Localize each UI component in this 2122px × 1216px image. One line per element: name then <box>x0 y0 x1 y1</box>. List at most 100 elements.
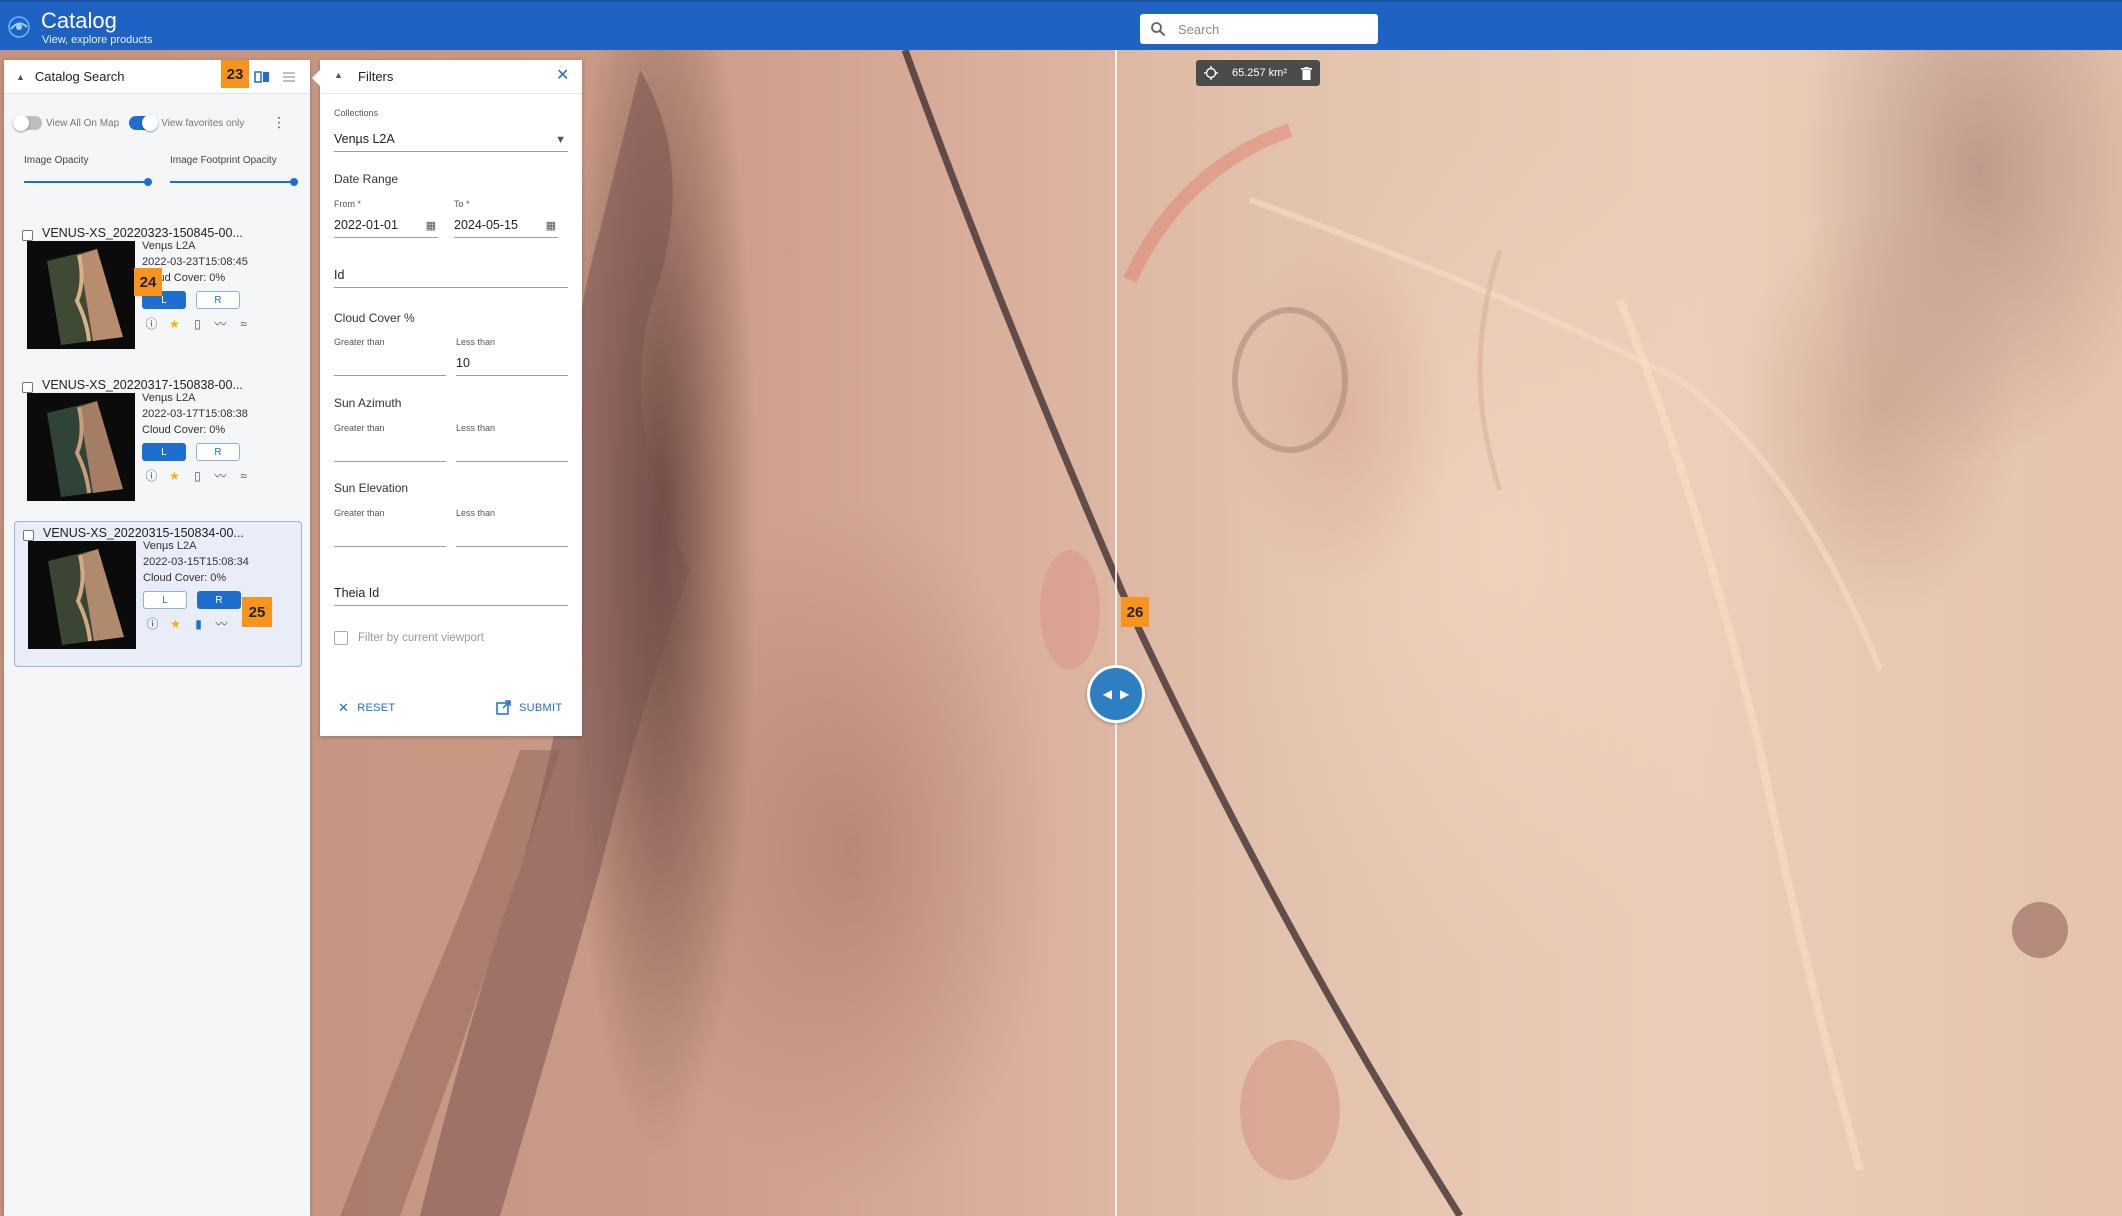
swipe-handle[interactable]: ◀ ▶ <box>1087 665 1145 723</box>
elevation-greater-input[interactable] <box>334 519 446 547</box>
cloud-greater-label: Greater than <box>334 337 385 347</box>
search-input[interactable] <box>1176 20 1366 38</box>
sun-elevation-label: Sun Elevation <box>334 481 409 495</box>
result-checkbox[interactable] <box>23 530 34 541</box>
left-side-button[interactable]: L <box>143 591 187 609</box>
view-favorites-toggle[interactable] <box>129 115 159 131</box>
info-icon[interactable]: ⓘ <box>144 468 159 483</box>
image-opacity-label: Image Opacity <box>24 155 89 166</box>
info-icon[interactable]: ⓘ <box>145 616 160 631</box>
collections-select[interactable]: Venµs L2A ▼ <box>334 120 568 152</box>
map-icon[interactable]: ▮ <box>191 616 206 631</box>
elevation-less-input[interactable] <box>456 519 568 547</box>
more-options-icon[interactable]: ⋮ <box>272 115 286 129</box>
annotation-badge-26: 26 <box>1121 597 1149 627</box>
footprint-opacity-slider[interactable] <box>170 178 298 186</box>
area-measurement-chip: 65.257 km² <box>1196 60 1320 86</box>
image-opacity-slider[interactable] <box>24 178 152 186</box>
from-date-value: 2022-01-01 <box>334 218 398 232</box>
collapse-caret-icon[interactable]: ▲ <box>334 70 343 80</box>
annotation-badge-25: 25 <box>242 597 272 627</box>
image-opacity-thumb[interactable] <box>144 178 152 186</box>
favorite-star-icon[interactable]: ★ <box>168 616 183 631</box>
result-card[interactable]: VENUS-XS_20220317-150838-00... Venµs L2A… <box>14 374 302 520</box>
map-view[interactable]: ◀ ▶ 65.257 km² <box>0 50 2122 1216</box>
azimuth-less-input[interactable] <box>456 434 568 462</box>
result-name: VENUS-XS_20220317-150838-00... <box>42 378 243 392</box>
result-datetime: 2022-03-17T15:08:38 <box>142 408 248 420</box>
elevation-less-label: Less than <box>456 508 496 518</box>
right-side-button[interactable]: R <box>197 591 241 609</box>
right-side-button[interactable]: R <box>196 443 240 461</box>
close-icon: ✕ <box>338 700 350 715</box>
viewport-filter-row[interactable]: Filter by current viewport <box>334 631 484 645</box>
azimuth-greater-label: Greater than <box>334 423 385 433</box>
swipe-divider[interactable] <box>1115 50 1117 1216</box>
spectral-icon[interactable]: ≈ <box>236 316 251 331</box>
app-logo-icon <box>8 16 30 38</box>
app-bar: Catalog View, explore products <box>0 0 2122 50</box>
calendar-icon[interactable]: ▦ <box>426 219 436 232</box>
viewport-filter-label: Filter by current viewport <box>358 632 484 644</box>
viewport-checkbox[interactable] <box>334 631 348 645</box>
app-title: Catalog <box>41 8 117 33</box>
result-thumbnail[interactable] <box>28 541 136 649</box>
chart-line-icon[interactable]: 〰 <box>213 468 228 483</box>
search-box[interactable] <box>1140 14 1378 44</box>
chart-line-icon[interactable]: 〰 <box>214 616 229 631</box>
catalog-search-panel: ▲ Catalog Search View All On Map View fa… <box>4 60 310 1216</box>
trash-icon[interactable] <box>1301 66 1312 80</box>
cloud-cover-label: Cloud Cover % <box>334 311 415 325</box>
chevron-down-icon: ▼ <box>555 134 566 146</box>
catalog-panel-header[interactable]: ▲ Catalog Search <box>4 60 310 94</box>
to-date-field[interactable]: 2024-05-15 ▦ <box>454 210 558 238</box>
submit-button[interactable]: SUBMIT <box>496 700 562 715</box>
from-label: From * <box>334 199 361 209</box>
result-checkbox[interactable] <box>22 230 33 241</box>
info-icon[interactable]: ⓘ <box>144 316 159 331</box>
result-card-selected[interactable]: VENUS-XS_20220315-150834-00... Venµs L2A… <box>14 521 302 667</box>
crosshair-icon[interactable] <box>1204 66 1218 80</box>
right-side-button[interactable]: R <box>196 291 240 309</box>
catalog-panel-title: Catalog Search <box>34 69 125 84</box>
favorite-star-icon[interactable]: ★ <box>167 316 182 331</box>
close-icon[interactable]: ✕ <box>556 68 569 84</box>
annotation-badge-23: 23 <box>221 60 249 88</box>
spectral-icon[interactable]: ≈ <box>236 468 251 483</box>
result-checkbox[interactable] <box>22 382 33 393</box>
collections-label: Collections <box>334 108 379 118</box>
cloud-less-input[interactable]: 10 <box>456 348 568 376</box>
result-datetime: 2022-03-23T15:08:45 <box>142 256 248 268</box>
theia-id-field[interactable]: Theia Id <box>334 574 568 606</box>
view-all-label: View All On Map <box>46 117 120 129</box>
favorite-star-icon[interactable]: ★ <box>167 468 182 483</box>
view-all-toggle[interactable] <box>13 115 42 131</box>
header-divider <box>320 93 582 94</box>
filter-list-icon[interactable] <box>281 69 297 85</box>
left-side-button[interactable]: L <box>142 443 186 461</box>
compare-view-icon[interactable] <box>254 69 270 85</box>
collapse-caret-icon[interactable]: ▲ <box>16 72 25 82</box>
footprint-opacity-thumb[interactable] <box>290 178 298 186</box>
from-date-field[interactable]: 2022-01-01 ▦ <box>334 210 438 238</box>
azimuth-greater-input[interactable] <box>334 434 446 462</box>
result-thumbnail[interactable] <box>27 241 135 349</box>
to-label: To * <box>454 199 470 209</box>
submit-label: SUBMIT <box>519 701 563 714</box>
result-collection: Venµs L2A <box>143 540 197 552</box>
result-collection: Venµs L2A <box>142 240 196 252</box>
cloud-greater-input[interactable] <box>334 348 446 376</box>
panel-pointer <box>312 70 320 86</box>
result-thumbnail[interactable] <box>27 393 135 501</box>
map-icon[interactable]: ▯ <box>190 468 205 483</box>
result-actions: ⓘ ★ ▯ 〰 ≈ <box>144 468 251 484</box>
arrow-left-icon: ◀ <box>1102 687 1112 701</box>
chart-line-icon[interactable]: 〰 <box>213 316 228 331</box>
id-field[interactable]: Id <box>334 256 568 288</box>
calendar-icon[interactable]: ▦ <box>546 219 556 232</box>
reset-button[interactable]: ✕ RESET <box>338 700 395 716</box>
azimuth-less-label: Less than <box>456 423 496 433</box>
map-icon[interactable]: ▯ <box>190 316 205 331</box>
sun-azimuth-label: Sun Azimuth <box>334 396 402 410</box>
app-subtitle: View, explore products <box>42 34 153 46</box>
